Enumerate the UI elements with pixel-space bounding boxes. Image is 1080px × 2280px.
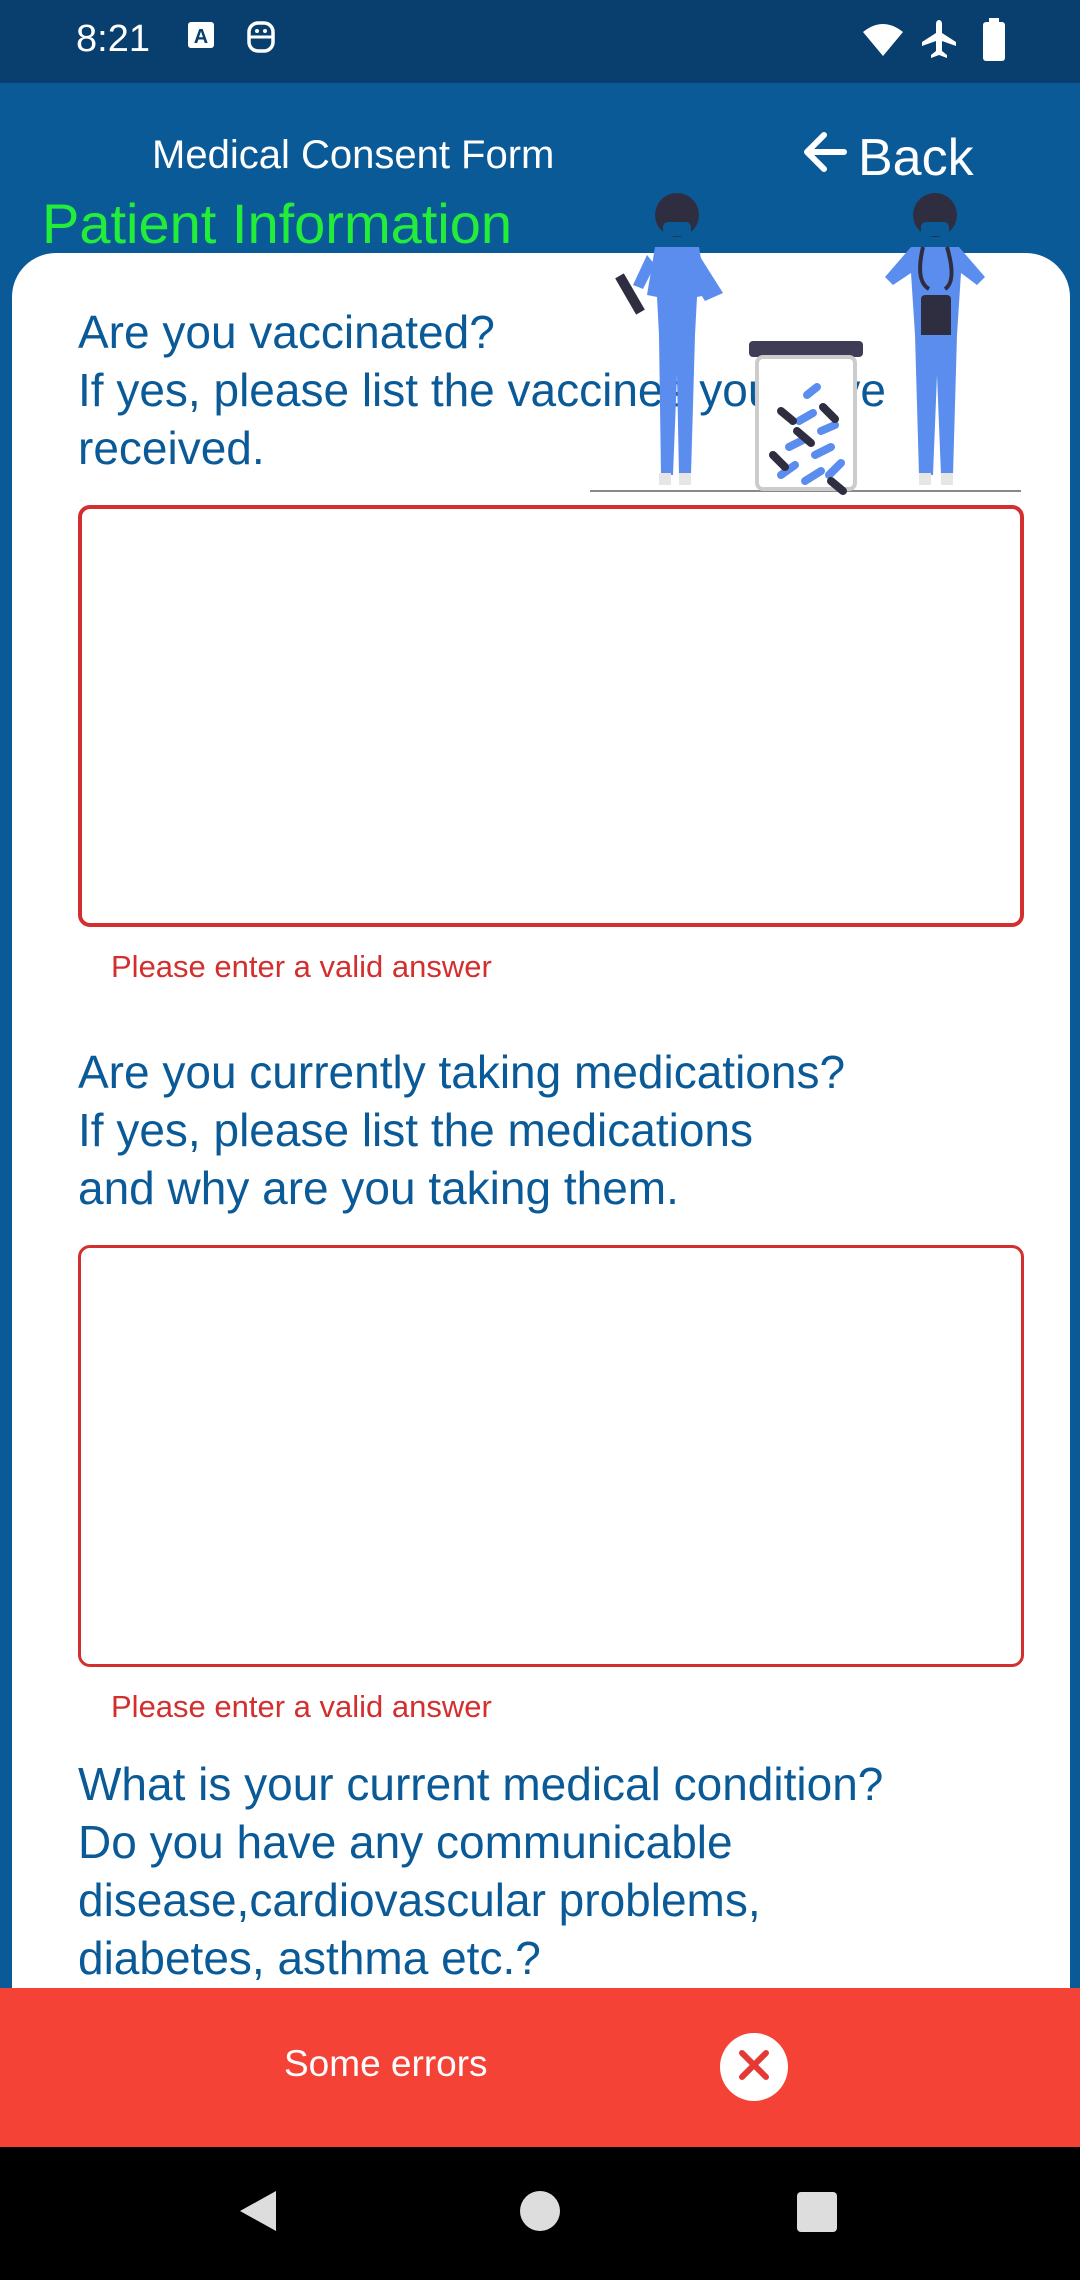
nav-home-icon[interactable]	[518, 2189, 562, 2238]
smiley-face-icon	[246, 20, 276, 59]
vaccines-error-text: Please enter a valid answer	[111, 949, 492, 984]
font-a-icon: A	[186, 20, 216, 55]
dismiss-error-button[interactable]	[720, 2033, 788, 2101]
back-label: Back	[858, 129, 974, 187]
form-card: Are you vaccinated? If yes, please list …	[12, 253, 1070, 2053]
medications-textarea[interactable]	[81, 1248, 1021, 1664]
medications-error-text: Please enter a valid answer	[111, 1689, 492, 1724]
nav-recents-icon[interactable]	[796, 2191, 838, 2238]
vaccines-answer-field[interactable]	[78, 505, 1024, 927]
close-icon	[737, 2048, 771, 2087]
question-medications: Are you currently taking medications? If…	[78, 1046, 846, 1214]
airplane-icon	[920, 18, 958, 65]
status-bar: 8:21 A	[0, 0, 1080, 83]
wifi-icon	[862, 22, 904, 63]
page-title: Medical Consent Form	[152, 133, 555, 177]
error-banner: Some errors	[0, 1988, 1080, 2147]
section-title: Patient Information	[42, 192, 513, 255]
back-button[interactable]: Back	[800, 123, 974, 193]
nav-back-icon[interactable]	[236, 2187, 280, 2240]
error-banner-label: Some errors	[284, 2043, 488, 2084]
doctors-illustration	[585, 185, 1025, 500]
medications-answer-field[interactable]	[78, 1245, 1024, 1667]
arrow-left-icon	[800, 127, 858, 190]
navigation-bar	[0, 2147, 1080, 2280]
status-time: 8:21	[76, 18, 150, 60]
question-medical-condition: What is your current medical condition? …	[78, 1758, 884, 1984]
battery-icon	[982, 18, 1006, 67]
svg-text:A: A	[194, 26, 208, 48]
vaccines-textarea[interactable]	[82, 509, 1020, 923]
